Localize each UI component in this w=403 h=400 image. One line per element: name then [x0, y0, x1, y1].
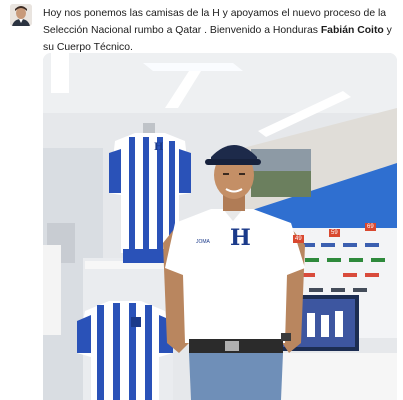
avatar[interactable]	[10, 4, 32, 26]
store-counter	[273, 353, 397, 400]
user-avatar-icon	[10, 4, 32, 26]
price-tag: 59	[329, 229, 340, 237]
tweet-photo[interactable]: H H JOMA 49 59 69	[43, 53, 397, 400]
ceiling-light	[51, 53, 69, 93]
mention-name[interactable]: Fabián Coito	[321, 25, 384, 36]
price-tag: 49	[293, 235, 304, 243]
mannequin-h-logo: H	[154, 142, 164, 153]
price-tag: 69	[365, 223, 376, 231]
hanging-jersey	[77, 301, 173, 400]
store-photo-scene	[43, 53, 397, 400]
tweet-text: Hoy nos ponemos las camisas de la H y ap…	[43, 5, 395, 56]
ceiling-light	[143, 63, 243, 71]
shirt-h-logo: H	[230, 225, 251, 251]
brand-mark: JOMA	[196, 239, 210, 245]
